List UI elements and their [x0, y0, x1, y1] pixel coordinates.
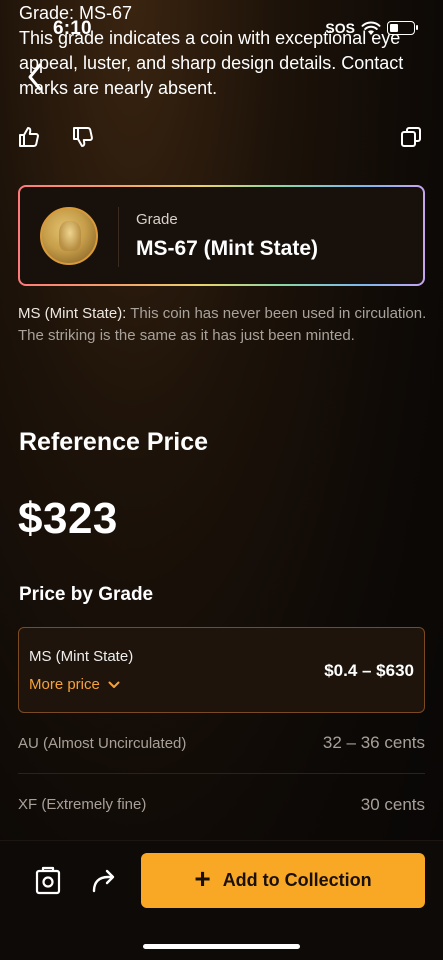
price-grade-expanded[interactable]: MS (Mint State) More price $0.4 – $630 — [18, 627, 425, 713]
coin-image — [40, 207, 98, 265]
price-grade-row-name: XF (Extremely fine) — [18, 796, 147, 813]
grade-card-value: MS-67 (Mint State) — [136, 237, 319, 260]
thumbs-down-button[interactable] — [70, 124, 96, 150]
home-indicator[interactable] — [143, 944, 300, 949]
grade-card-label: Grade — [136, 211, 178, 228]
copy-button[interactable] — [398, 124, 424, 150]
ms-description-lead: MS (Mint State): — [18, 305, 127, 322]
chevron-down-icon — [108, 681, 120, 688]
price-grade-range: $0.4 – $630 — [324, 661, 414, 680]
feedback-buttons — [16, 124, 96, 150]
copy-icon — [401, 127, 421, 147]
plus-icon: + — [194, 863, 211, 894]
add-to-collection-button[interactable]: + Add to Collection — [141, 853, 425, 908]
price-grade-name: MS (Mint State) — [29, 648, 134, 665]
grade-line: Grade: MS-67 — [19, 3, 133, 23]
thumbs-up-icon — [19, 127, 39, 147]
more-price-link[interactable]: More price — [29, 676, 120, 693]
price-grade-row-name: AU (Almost Uncirculated) — [18, 734, 187, 752]
ms-description: MS (Mint State): This coin has never bee… — [18, 303, 428, 347]
reference-price-title: Reference Price — [19, 428, 209, 456]
back-chevron-icon[interactable] — [26, 62, 44, 92]
camera-scan-icon[interactable] — [34, 866, 62, 896]
price-grade-row-value: 32 – 36 cents — [322, 733, 425, 752]
price-grade-row[interactable]: AU (Almost Uncirculated) 32 – 36 cents — [18, 713, 425, 774]
grade-card: Grade MS-67 (Mint State) — [18, 185, 425, 286]
grade-description: This grade indicates a coin with excepti… — [19, 28, 404, 98]
add-to-collection-label: Add to Collection — [222, 870, 372, 890]
price-grade-row[interactable]: XF (Extremely fine) 30 cents — [18, 774, 425, 835]
price-by-grade-title: Price by Grade — [19, 584, 154, 605]
reference-price-value: $323 — [18, 494, 118, 543]
card-divider — [118, 207, 119, 267]
thumbs-down-icon — [73, 127, 93, 147]
thumbs-up-button[interactable] — [16, 124, 42, 150]
more-price-label: More price — [29, 676, 100, 693]
bottom-action-bar: + Add to Collection — [0, 840, 443, 960]
share-icon[interactable] — [90, 867, 118, 895]
price-grade-row-value: 30 cents — [360, 794, 425, 814]
